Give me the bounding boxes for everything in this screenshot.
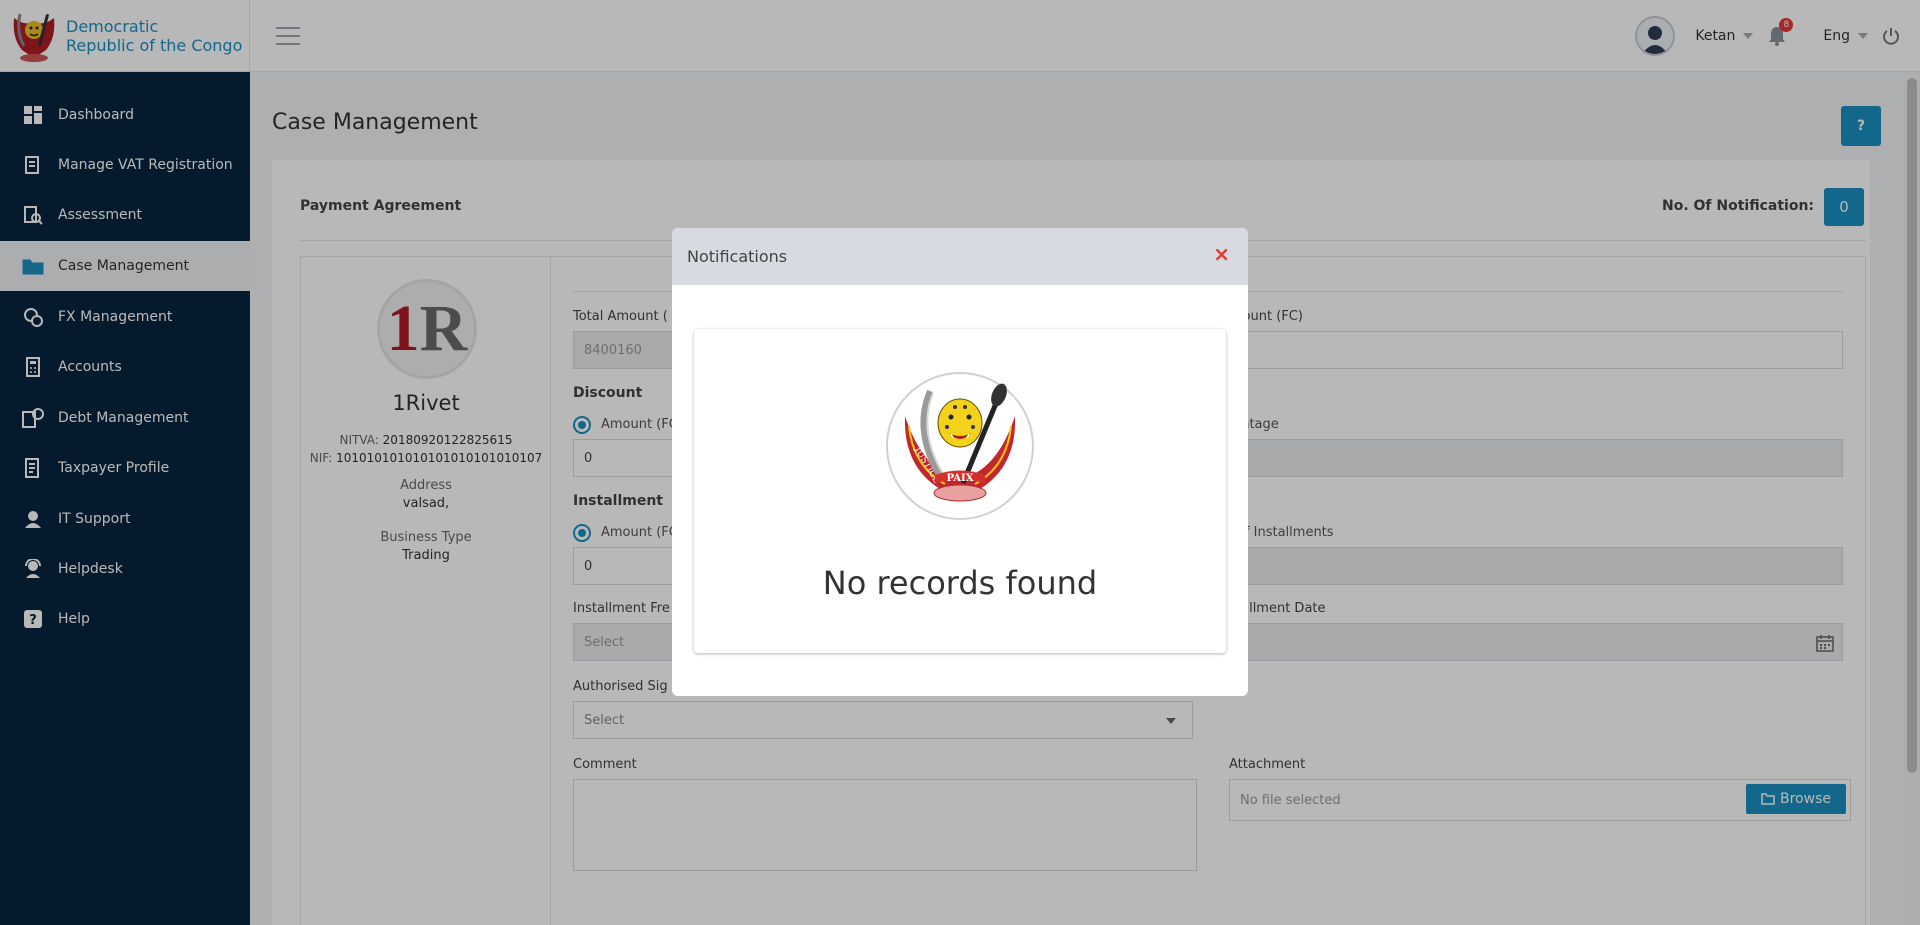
- emblem-image: JUSTICE TRAVAIL PAIX: [885, 371, 1035, 521]
- modal-header: Notifications ×: [672, 228, 1248, 285]
- motto-bottom: PAIX: [947, 473, 974, 484]
- close-icon[interactable]: ×: [1213, 244, 1230, 264]
- modal-title: Notifications: [687, 247, 788, 266]
- notifications-modal: Notifications × JUSTICE TRAVAIL PAIX No …: [672, 228, 1248, 696]
- coat-of-arms-emblem-icon: JUSTICE TRAVAIL PAIX: [886, 372, 1034, 520]
- empty-state-panel: JUSTICE TRAVAIL PAIX No records found: [694, 329, 1226, 653]
- empty-state-message: No records found: [822, 564, 1098, 602]
